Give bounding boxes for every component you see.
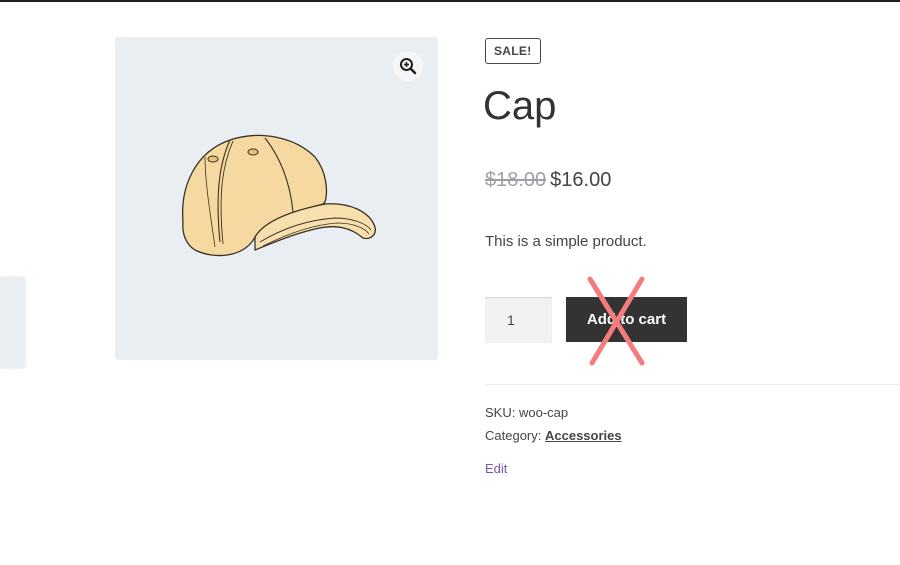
edit-link[interactable]: Edit [485,461,507,476]
zoom-button[interactable] [393,51,423,81]
sale-badge: SALE! [485,38,541,64]
zoom-in-icon [400,58,417,75]
product-title: Cap [483,84,557,128]
regular-price: $18.00 [485,169,547,191]
product-image[interactable] [175,132,380,267]
sku-line: SKU: woo-cap [485,401,622,424]
side-tab[interactable] [0,277,25,368]
category-link[interactable]: Accessories [545,428,622,443]
sku-label: SKU: [485,405,516,420]
divider [485,384,900,385]
product-meta: SKU: woo-cap Category: Accessories [485,401,622,447]
short-description: This is a simple product. [485,233,647,250]
sale-price: $16.00 [550,169,612,191]
top-border [0,0,900,2]
product-gallery [115,37,438,360]
category-label: Category: [485,428,542,443]
sku-value: woo-cap [518,405,569,420]
quantity-input[interactable] [485,297,552,343]
add-to-cart-button[interactable]: Add to cart [566,297,687,342]
category-line: Category: Accessories [485,424,622,447]
price: $18.00 $16.00 [485,169,611,192]
